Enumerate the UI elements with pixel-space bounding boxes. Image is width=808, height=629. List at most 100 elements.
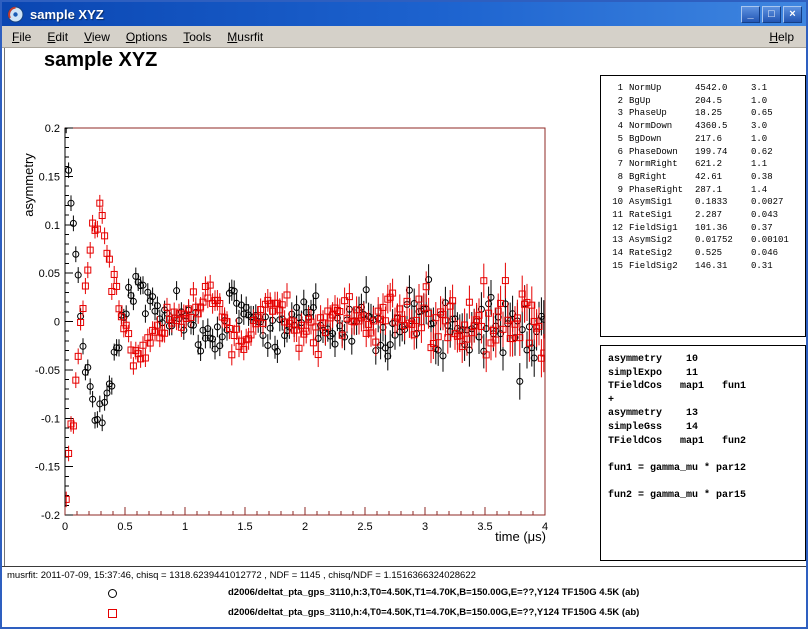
param-num: 1: [607, 82, 623, 95]
param-error: 1.4: [751, 184, 805, 197]
param-error: 0.046: [751, 247, 805, 260]
param-name: RateSig2: [629, 247, 695, 260]
menu-item-help[interactable]: Help: [757, 27, 806, 47]
circle-marker-icon: [108, 589, 117, 598]
svg-text:3: 3: [422, 521, 428, 533]
param-num: 5: [607, 133, 623, 146]
svg-text:-0.1: -0.1: [41, 413, 60, 425]
titlebar[interactable]: sample XYZ _ □ ×: [2, 2, 806, 26]
param-error: 0.00101: [751, 234, 805, 247]
param-error: 0.65: [751, 107, 805, 120]
legend-item: d2006/deltat_pta_gps_3110,h:3,T0=4.50K,T…: [0, 584, 808, 604]
svg-text:0: 0: [62, 521, 68, 533]
fit-status-line: musrfit: 2011-07-09, 15:37:46, chisq = 1…: [7, 570, 476, 581]
param-value: 204.5: [695, 95, 751, 108]
square-marker-icon: [108, 609, 117, 618]
param-name: BgRight: [629, 171, 695, 184]
theory-line: TFieldCos map1 fun1: [608, 380, 805, 394]
window-title: sample XYZ: [30, 7, 741, 22]
menu-item-tools[interactable]: Tools: [175, 27, 219, 47]
param-error: 1.0: [751, 95, 805, 108]
parameter-row: 12FieldSig1101.360.37: [607, 222, 805, 235]
theory-box: asymmetry 10simplExpo 11TFieldCos map1 f…: [600, 345, 806, 561]
param-value: 0.01752: [695, 234, 751, 247]
param-name: NormUp: [629, 82, 695, 95]
svg-text:0.5: 0.5: [117, 521, 132, 533]
param-num: 4: [607, 120, 623, 133]
close-icon[interactable]: ×: [783, 6, 802, 23]
legend: d2006/deltat_pta_gps_3110,h:3,T0=4.50K,T…: [0, 584, 808, 626]
svg-text:-0.05: -0.05: [35, 365, 60, 377]
svg-text:0.2: 0.2: [45, 123, 60, 135]
parameter-row: 10AsymSig10.18330.0027: [607, 196, 805, 209]
theory-line: fun1 = gamma_mu * par12: [608, 462, 805, 476]
svg-text:0.15: 0.15: [39, 171, 60, 183]
param-num: 6: [607, 146, 623, 159]
param-num: 10: [607, 196, 623, 209]
y-axis-title: asymmetry: [21, 125, 37, 245]
param-num: 2: [607, 95, 623, 108]
param-error: 0.0027: [751, 196, 805, 209]
param-num: 9: [607, 184, 623, 197]
menubar: FileEditViewOptionsToolsMusrfit Help: [2, 26, 806, 48]
menu-item-options[interactable]: Options: [118, 27, 175, 47]
theory-line: asymmetry 13: [608, 407, 805, 421]
param-error: 0.38: [751, 171, 805, 184]
param-error: 0.62: [751, 146, 805, 159]
param-name: PhaseRight: [629, 184, 695, 197]
param-num: 3: [607, 107, 623, 120]
param-value: 4542.0: [695, 82, 751, 95]
param-value: 199.74: [695, 146, 751, 159]
parameter-rows: 1NormUp4542.03.12BgUp204.51.03PhaseUp18.…: [607, 82, 805, 273]
svg-text:1: 1: [182, 521, 188, 533]
maximize-icon[interactable]: □: [762, 6, 781, 23]
param-num: 11: [607, 209, 623, 222]
svg-text:0: 0: [54, 317, 60, 329]
parameter-row: 5BgDown217.61.0: [607, 133, 805, 146]
param-value: 101.36: [695, 222, 751, 235]
param-error: 0.31: [751, 260, 805, 273]
param-value: 0.525: [695, 247, 751, 260]
menu-item-file[interactable]: File: [4, 27, 39, 47]
param-value: 287.1: [695, 184, 751, 197]
x-axis-title: time (μs): [440, 529, 546, 544]
menu-item-musrfit[interactable]: Musrfit: [219, 27, 271, 47]
svg-text:-0.2: -0.2: [41, 510, 60, 522]
param-value: 42.61: [695, 171, 751, 184]
param-error: 0.37: [751, 222, 805, 235]
param-error: 0.043: [751, 209, 805, 222]
param-value: 621.2: [695, 158, 751, 171]
svg-text:0.05: 0.05: [39, 268, 60, 280]
svg-text:2: 2: [302, 521, 308, 533]
data-series-1: [63, 118, 547, 431]
plot-frame: [65, 128, 545, 515]
legend-label: d2006/deltat_pta_gps_3110,h:4,T0=4.50K,T…: [228, 607, 639, 618]
theory-line: simpleGss 14: [608, 421, 805, 435]
legend-item: d2006/deltat_pta_gps_3110,h:4,T0=4.50K,T…: [0, 604, 808, 624]
parameter-row: 14RateSig20.5250.046: [607, 247, 805, 260]
param-name: RateSig1: [629, 209, 695, 222]
svg-text:2.5: 2.5: [357, 521, 372, 533]
data-series-2: [63, 195, 547, 507]
parameter-box: 1NormUp4542.03.12BgUp204.51.03PhaseUp18.…: [600, 75, 806, 337]
theory-line: fun2 = gamma_mu * par15: [608, 489, 805, 503]
param-name: NormDown: [629, 120, 695, 133]
param-value: 18.25: [695, 107, 751, 120]
param-error: 1.1: [751, 158, 805, 171]
menu-item-view[interactable]: View: [76, 27, 118, 47]
parameter-row: 4NormDown4360.53.0: [607, 120, 805, 133]
svg-text:1.5: 1.5: [237, 521, 252, 533]
param-name: PhaseDown: [629, 146, 695, 159]
app-icon[interactable]: [7, 6, 24, 23]
plot-title: sample XYZ: [44, 49, 157, 72]
minimize-icon[interactable]: _: [741, 6, 760, 23]
param-error: 1.0: [751, 133, 805, 146]
menu-items: FileEditViewOptionsToolsMusrfit: [2, 26, 271, 47]
param-name: AsymSig1: [629, 196, 695, 209]
param-num: 15: [607, 260, 623, 273]
parameter-row: 3PhaseUp18.250.65: [607, 107, 805, 120]
parameter-row: 13AsymSig20.017520.00101: [607, 234, 805, 247]
param-name: BgDown: [629, 133, 695, 146]
theory-line: asymmetry 10: [608, 353, 805, 367]
menu-item-edit[interactable]: Edit: [39, 27, 76, 47]
